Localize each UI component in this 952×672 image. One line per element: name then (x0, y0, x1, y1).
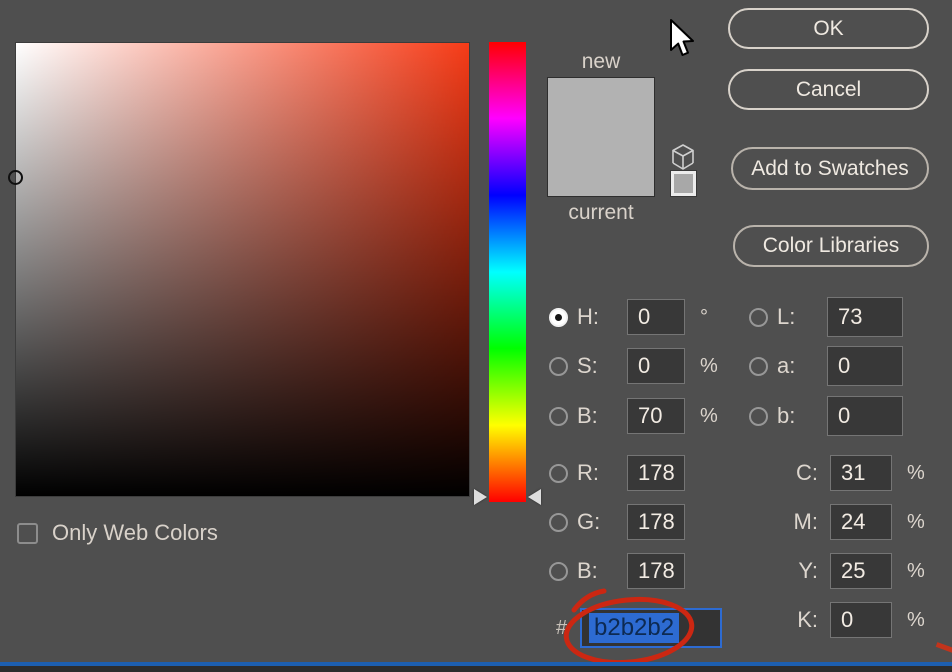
saturation-input[interactable]: 0 (627, 348, 685, 384)
red-label: R: (577, 460, 599, 485)
brightness-radio[interactable] (549, 406, 568, 426)
lab-b-input[interactable]: 0 (827, 396, 903, 436)
lab-l-row: L: 73 (749, 297, 903, 337)
black-input[interactable]: 0 (830, 602, 892, 638)
hue-input[interactable]: 0 (627, 299, 685, 335)
blue-row: B: 178 (549, 551, 685, 591)
cyan-unit: % (907, 461, 925, 484)
lab-a-label: a: (777, 353, 796, 378)
green-input[interactable]: 178 (627, 504, 685, 540)
saturation-radio[interactable] (549, 356, 568, 376)
saturation-brightness-field[interactable] (8, 42, 470, 497)
mouse-cursor-icon (670, 19, 694, 56)
blue-radio[interactable] (549, 561, 568, 581)
yellow-input[interactable]: 25 (830, 553, 892, 589)
ok-button[interactable]: OK (728, 8, 929, 49)
lab-l-input[interactable]: 73 (827, 297, 903, 337)
green-radio[interactable] (549, 512, 568, 532)
magenta-unit: % (907, 510, 925, 533)
lab-b-label: b: (777, 403, 796, 428)
cyan-input[interactable]: 31 (830, 455, 892, 491)
blue-input[interactable]: 178 (627, 553, 685, 589)
black-label: K: (797, 607, 818, 632)
hue-slider[interactable] (489, 42, 526, 502)
yellow-label: Y: (798, 558, 818, 583)
lab-l-radio[interactable] (749, 307, 768, 327)
black-unit: % (907, 608, 925, 631)
saturation-row: S: 0 % (549, 346, 718, 386)
saturation-label: S: (577, 353, 598, 378)
black-row: K: 0 % (788, 602, 925, 638)
hue-label: H: (577, 304, 599, 329)
new-current-swatch (547, 77, 655, 197)
color-libraries-button[interactable]: Color Libraries (733, 225, 929, 267)
color-picker-dialog: Only Web Colors new current OK Cancel Ad… (0, 0, 952, 672)
red-radio[interactable] (549, 463, 568, 483)
only-web-colors-checkbox[interactable] (17, 522, 38, 544)
hue-unit: ° (700, 305, 708, 328)
magenta-input[interactable]: 24 (830, 504, 892, 540)
brightness-label: B: (577, 403, 598, 428)
magenta-row: M: 24 % (788, 504, 925, 540)
out-of-web-gamut-cube-icon[interactable] (671, 144, 695, 170)
red-annotation-fragment (935, 642, 952, 653)
new-swatch-label: new (581, 50, 621, 73)
hue-slider-left-handle[interactable] (474, 489, 487, 505)
add-to-swatches-button[interactable]: Add to Swatches (731, 147, 929, 190)
taskbar-edge (0, 666, 952, 672)
lab-b-radio[interactable] (749, 406, 768, 426)
brightness-input[interactable]: 70 (627, 398, 685, 434)
only-web-colors-label: Only Web Colors (52, 520, 218, 545)
brightness-row: B: 70 % (549, 396, 718, 436)
yellow-row: Y: 25 % (788, 553, 925, 589)
saturation-unit: % (700, 354, 718, 377)
brightness-unit: % (700, 404, 718, 427)
hue-slider-right-handle[interactable] (528, 489, 541, 505)
hue-row: H: 0 ° (549, 297, 708, 337)
red-input[interactable]: 178 (627, 455, 685, 491)
current-swatch-label: current (568, 201, 634, 224)
color-sample-marker[interactable] (8, 170, 23, 185)
lab-l-label: L: (777, 304, 796, 329)
magenta-label: M: (793, 509, 818, 534)
blue-label: B: (577, 558, 598, 583)
cyan-row: C: 31 % (788, 455, 925, 491)
cancel-button[interactable]: Cancel (728, 69, 929, 110)
cyan-label: C: (796, 460, 818, 485)
lab-a-row: a: 0 (749, 346, 903, 386)
red-row: R: 178 (549, 453, 685, 493)
web-safe-color-swatch[interactable] (671, 171, 696, 196)
green-row: G: 178 (549, 502, 685, 542)
lab-a-input[interactable]: 0 (827, 346, 903, 386)
lab-b-row: b: 0 (749, 396, 903, 436)
only-web-colors-row: Only Web Colors (17, 520, 218, 546)
yellow-unit: % (907, 559, 925, 582)
lab-a-radio[interactable] (749, 356, 768, 376)
red-circle-annotation (563, 588, 695, 666)
green-label: G: (577, 509, 601, 534)
hue-radio[interactable] (549, 307, 568, 327)
